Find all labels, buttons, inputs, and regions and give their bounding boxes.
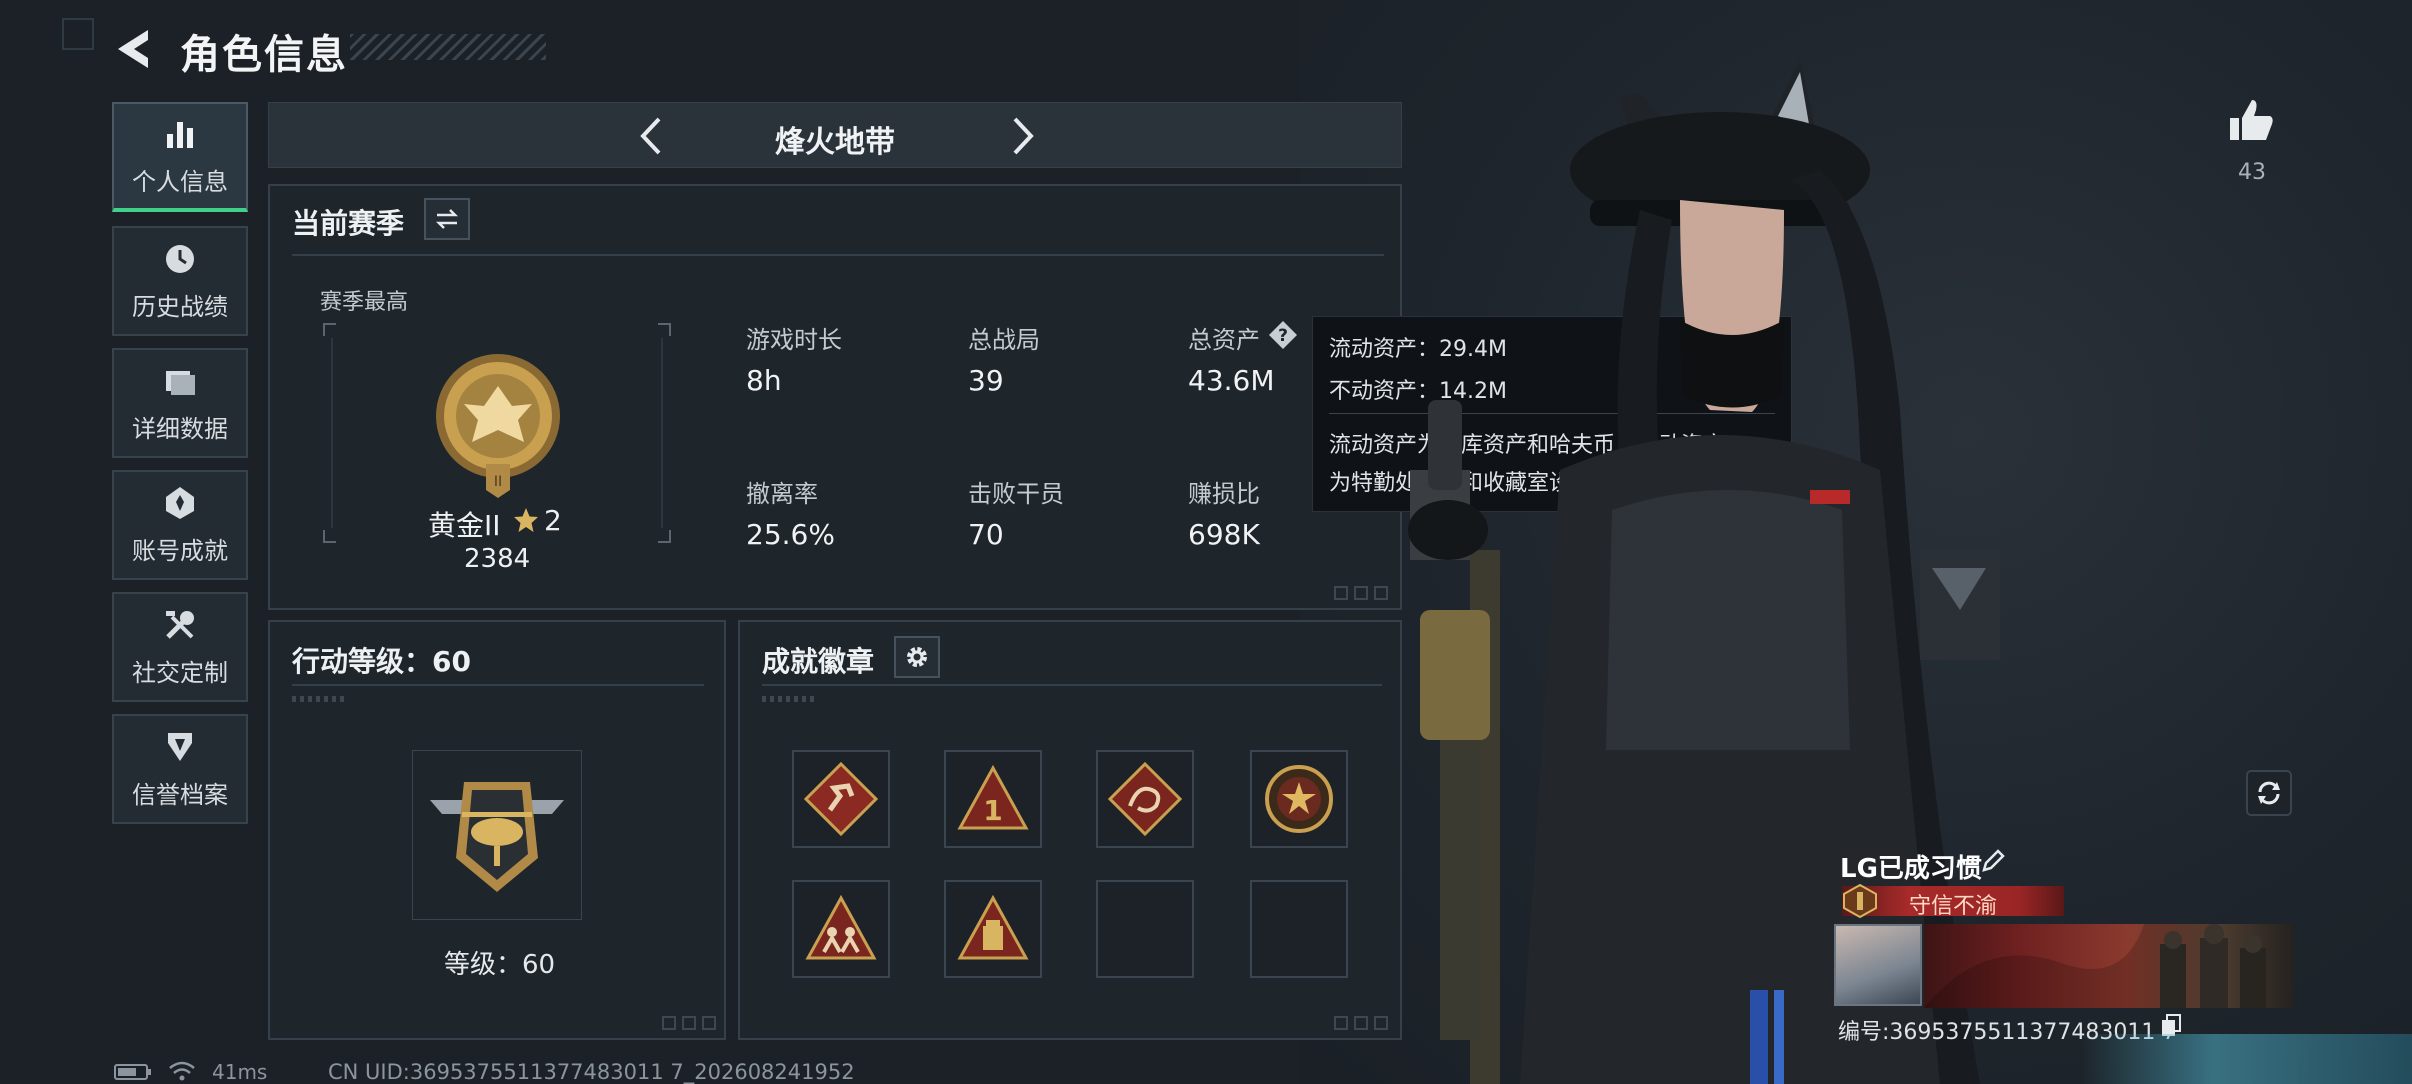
empty-badge-slot[interactable] [1096, 880, 1194, 978]
next-mode-arrow-icon[interactable] [1001, 115, 1041, 157]
stat-label: 游戏时长 [746, 326, 842, 354]
stat-value: 8h [746, 364, 782, 397]
like-count: 43 [2238, 160, 2266, 185]
runner-badge-icon [804, 762, 878, 836]
stat-value: 39 [968, 364, 1004, 397]
player-avatar[interactable] [1834, 924, 1922, 1006]
divider-ticks [292, 696, 344, 702]
stat-label: 总战局 [968, 326, 1040, 354]
player-banner [1924, 924, 2294, 1008]
help-icon[interactable]: ? [1268, 320, 1298, 350]
stat-value: 698K [1188, 518, 1260, 551]
season-best-label: 赛季最高 [320, 290, 409, 315]
soldiers-banner-art [1924, 924, 2294, 1008]
uid-footer: CN UID:3695375511377483011 7_20260824195… [328, 1060, 855, 1084]
tools-icon [166, 610, 194, 639]
sidebar-item-label: 信誉档案 [132, 780, 228, 809]
season-divider [292, 254, 1384, 256]
corner-decoration [62, 18, 94, 50]
edit-icon[interactable] [1980, 848, 2006, 874]
sidebar-item-personal-info[interactable]: 个人信息 [112, 102, 248, 212]
medal-icon [166, 486, 194, 519]
action-level-text: 等级：60 [444, 950, 556, 980]
achievement-settings-button[interactable] [894, 636, 940, 678]
mode-label: 烽火地带 [775, 125, 895, 160]
svg-text:1: 1 [983, 794, 1002, 827]
rank-stars: 2 [544, 504, 562, 537]
divider-ticks [762, 696, 814, 702]
back-icon[interactable] [112, 26, 158, 72]
stat-label: 赚损比 [1188, 480, 1260, 508]
sidebar-item-label: 账号成就 [132, 536, 228, 565]
gear-icon [907, 647, 927, 667]
action-level-divider [292, 684, 704, 686]
achievements-title: 成就徽章 [762, 645, 875, 678]
svg-text:II: II [494, 474, 502, 490]
bar-chart-icon [167, 121, 193, 148]
stat-value: 25.6% [746, 518, 835, 551]
thumbs-up-icon[interactable] [2226, 96, 2276, 146]
supply-badge-icon [957, 894, 1029, 960]
star-icon [514, 508, 538, 532]
ping-text: 41ms [212, 1060, 268, 1084]
stat-label: 撤离率 [746, 480, 818, 508]
shield-icon [168, 732, 192, 761]
season-title: 当前赛季 [292, 207, 405, 240]
stat-value: 43.6M [1188, 364, 1275, 397]
folder-icon [166, 370, 195, 395]
helicopter-level-emblem-icon [430, 782, 564, 892]
squad-badge-icon [805, 894, 877, 960]
title-decoration [350, 34, 546, 60]
action-level-title: 行动等级：60 [292, 645, 471, 678]
empty-badge-slot[interactable] [1250, 880, 1348, 978]
dragon-badge-icon [1108, 762, 1182, 836]
sidebar-item-history[interactable]: 历史战绩 [112, 226, 248, 336]
sidebar-item-reputation[interactable]: 信誉档案 [112, 714, 248, 824]
sidebar-item-label: 历史战绩 [132, 292, 228, 321]
achievements-divider [762, 684, 1382, 686]
panel-corner-marks [662, 1016, 716, 1030]
svg-text:?: ? [1278, 326, 1288, 346]
sidebar-item-social-custom[interactable]: 社交定制 [112, 592, 248, 702]
achievement-badge[interactable] [1250, 750, 1348, 848]
achievement-badge[interactable] [792, 880, 890, 978]
player-name: LG已成习惯 [1840, 854, 1982, 884]
clock-icon [166, 244, 194, 273]
refresh-icon[interactable] [2246, 770, 2292, 816]
switch-season-button[interactable] [424, 198, 470, 240]
background-light-strip [2080, 1034, 2412, 1084]
gold-rank-emblem-icon: II [436, 354, 560, 498]
sidebar-item-label: 详细数据 [132, 414, 228, 443]
title-emblem-icon [1843, 884, 1877, 918]
mode-selector: 烽火地带 [268, 102, 1402, 168]
achievement-badge[interactable] [944, 880, 1042, 978]
battery-icon [114, 1064, 151, 1080]
achievement-badge[interactable] [792, 750, 890, 848]
first-place-badge-icon: 1 [957, 764, 1029, 830]
sidebar-item-label: 个人信息 [132, 167, 228, 196]
sidebar-item-detailed-data[interactable]: 详细数据 [112, 348, 248, 458]
sidebar-item-label: 社交定制 [132, 658, 228, 687]
sidebar-item-achievements[interactable]: 账号成就 [112, 470, 248, 580]
stat-value: 70 [968, 518, 1004, 551]
stat-label: 击败干员 [968, 480, 1064, 508]
stat-label: 总资产 [1188, 326, 1260, 354]
achievement-badge[interactable] [1096, 750, 1194, 848]
achievement-badge[interactable]: 1 [944, 750, 1042, 848]
star-shield-badge-icon [1265, 765, 1333, 833]
page-title: 角色信息 [180, 32, 348, 78]
rank-name: 黄金II [428, 509, 501, 542]
rank-score: 2384 [464, 544, 531, 574]
wifi-icon [169, 1061, 195, 1081]
swap-icon [435, 209, 459, 229]
